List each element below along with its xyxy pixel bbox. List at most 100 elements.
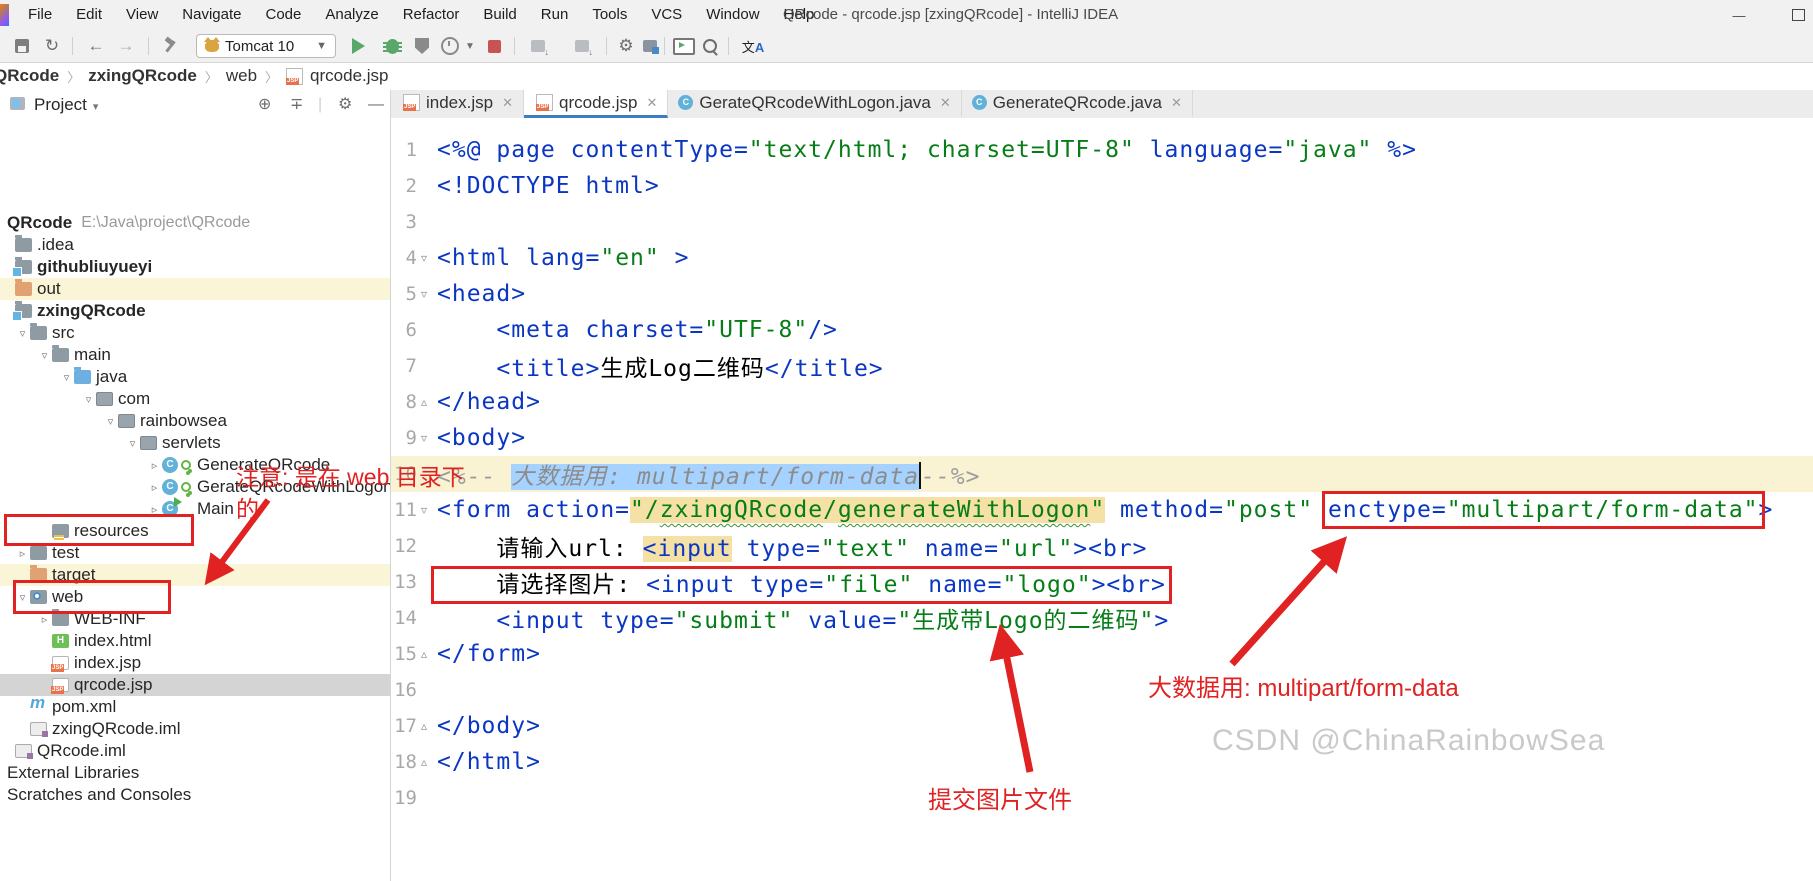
chevron-expanded-icon[interactable]: ▿ — [37, 349, 52, 362]
fold-marker-icon[interactable]: ▿ — [417, 287, 431, 301]
breadcrumb-item[interactable]: qrcode.jsp — [310, 66, 388, 86]
tree-item-Scratches and Consoles[interactable]: Scratches and Consoles — [0, 784, 390, 806]
run-button[interactable] — [346, 35, 370, 57]
code-line-11[interactable]: 11 ▿ <form action="/zxingQRcode/generateWi… — [391, 491, 1813, 529]
save-button[interactable] — [10, 35, 34, 57]
fold-marker-icon[interactable]: ▵ — [417, 647, 431, 661]
code-line-3[interactable]: 3 — [391, 204, 1813, 240]
tree-item-com[interactable]: ▿ com — [0, 388, 390, 410]
tree-item-Main[interactable]: ▹ Main — [0, 497, 390, 520]
forward-button[interactable]: → — [114, 35, 138, 57]
tree-item-index.html[interactable]: index.html — [0, 630, 390, 652]
attach-debugger-button[interactable] — [526, 35, 550, 57]
fold-marker-icon[interactable]: ▿ — [417, 431, 431, 445]
run-window-button[interactable] — [672, 35, 696, 57]
code-line-2[interactable]: 2 <!DOCTYPE html> — [391, 168, 1813, 204]
chevron-expanded-icon[interactable]: ▿ — [59, 371, 74, 384]
fold-marker-icon[interactable]: ▵ — [417, 755, 431, 769]
code-line-10[interactable]: 10 <%-- 大数据用: multipart/form-data--%> — [391, 456, 1813, 492]
tree-item-main[interactable]: ▿ main — [0, 344, 390, 366]
menu-refactor[interactable]: Refactor — [391, 0, 472, 30]
menu-build[interactable]: Build — [471, 0, 528, 30]
code-line-9[interactable]: 9 ▿ <body> — [391, 420, 1813, 456]
tree-item-.idea[interactable]: .idea — [0, 234, 390, 256]
sync-button[interactable]: ↻ — [40, 35, 64, 57]
code-line-8[interactable]: 8 ▵ </head> — [391, 384, 1813, 420]
locate-file-icon[interactable]: ⊕ — [258, 90, 271, 120]
code-editor[interactable]: 1 <%@ page contentType="text/html; charse… — [391, 118, 1813, 881]
back-button[interactable]: ← — [84, 35, 108, 57]
run-configuration-select[interactable]: Tomcat 10 ▼ — [196, 34, 336, 58]
menu-window[interactable]: Window — [694, 0, 771, 30]
fold-marker-icon[interactable]: ▵ — [417, 719, 431, 733]
tree-item-External Libraries[interactable]: External Libraries — [0, 762, 390, 784]
hide-panel-icon[interactable]: — — [368, 90, 384, 120]
menu-file[interactable]: File — [16, 0, 64, 30]
tree-item-target[interactable]: target — [0, 564, 390, 586]
tab-qrcode.jsp[interactable]: qrcode.jsp ✕ — [524, 90, 669, 118]
tab-index.jsp[interactable]: index.jsp ✕ — [391, 90, 525, 118]
menu-navigate[interactable]: Navigate — [170, 0, 253, 30]
collapse-all-icon[interactable]: ∓ — [290, 90, 303, 120]
tree-item-test[interactable]: ▹ test — [0, 542, 390, 564]
tab-GenerateQRcode.java[interactable]: C GenerateQRcode.java ✕ — [962, 90, 1193, 118]
menu-code[interactable]: Code — [253, 0, 313, 30]
project-structure-button[interactable] — [638, 35, 662, 57]
code-line-12[interactable]: 12 请输入url: <input type="text" name="url"… — [391, 528, 1813, 564]
tab-close-icon[interactable]: ✕ — [502, 95, 513, 111]
code-line-5[interactable]: 5 ▿ <head> — [391, 276, 1813, 312]
menu-edit[interactable]: Edit — [64, 0, 114, 30]
code-line-4[interactable]: 4 ▿ <html lang="en" > — [391, 240, 1813, 276]
fold-marker-icon[interactable]: ▿ — [417, 251, 431, 265]
chevron-collapsed-icon[interactable]: ▹ — [37, 613, 52, 626]
chevron-collapsed-icon[interactable]: ▹ — [147, 481, 162, 494]
gear-icon[interactable]: ⚙ — [338, 90, 352, 120]
tab-GerateQRcodeWithLogon.java[interactable]: C GerateQRcodeWithLogon.java ✕ — [668, 90, 962, 118]
maximize-button[interactable] — [1768, 0, 1813, 30]
breadcrumb-item[interactable]: QRcode — [0, 66, 59, 86]
coverage-button[interactable] — [410, 35, 434, 57]
chevron-expanded-icon[interactable]: ▿ — [15, 591, 30, 604]
tree-item-servlets[interactable]: ▿ servlets — [0, 432, 390, 454]
tree-item-QRcode.iml[interactable]: QRcode.iml — [0, 740, 390, 762]
tree-item-githubliuyueyi[interactable]: githubliuyueyi — [0, 256, 390, 278]
translate-button[interactable]: 文A — [736, 35, 770, 57]
chevron-expanded-icon[interactable]: ▿ — [103, 415, 118, 428]
tree-item-pom.xml[interactable]: pom.xml — [0, 694, 390, 718]
chevron-collapsed-icon[interactable]: ▹ — [147, 503, 162, 516]
breadcrumb-item[interactable]: web — [226, 66, 257, 86]
project-panel-title[interactable]: Project — [34, 90, 98, 122]
tree-item-resources[interactable]: resources — [0, 520, 390, 542]
tree-item-zxingQRcode[interactable]: zxingQRcode — [0, 300, 390, 322]
tree-item-WEB-INF[interactable]: ▹ WEB-INF — [0, 608, 390, 630]
stop-button[interactable] — [482, 35, 506, 57]
code-line-13[interactable]: 13 请选择图片: <input type="file" name="logo"… — [391, 564, 1813, 604]
menu-analyze[interactable]: Analyze — [313, 0, 390, 30]
minimize-button[interactable]: — — [1716, 0, 1762, 30]
tab-close-icon[interactable]: ✕ — [646, 95, 657, 111]
code-line-19[interactable]: 19 — [391, 780, 1813, 816]
code-line-15[interactable]: 15 ▵ </form> — [391, 636, 1813, 672]
tree-item-qrcode.jsp[interactable]: qrcode.jsp — [0, 674, 390, 696]
debug-button[interactable] — [380, 35, 404, 57]
code-line-7[interactable]: 7 <title>生成Log二维码</title> — [391, 348, 1813, 384]
tree-item-java[interactable]: ▿ java — [0, 366, 390, 388]
code-line-14[interactable]: 14 <input type="submit" value="生成带Logo的二… — [391, 600, 1813, 636]
tree-item-zxingQRcode.iml[interactable]: zxingQRcode.iml — [0, 718, 390, 740]
search-everywhere-button[interactable] — [698, 35, 722, 57]
code-line-6[interactable]: 6 <meta charset="UTF-8"/> — [391, 312, 1813, 348]
tree-item-src[interactable]: ▿ src — [0, 322, 390, 344]
fold-marker-icon[interactable]: ▿ — [417, 503, 431, 517]
tree-item-web[interactable]: ▿ web — [0, 586, 390, 608]
fold-marker-icon[interactable]: ▵ — [417, 395, 431, 409]
code-line-1[interactable]: 1 <%@ page contentType="text/html; charse… — [391, 132, 1813, 168]
download-sources-button[interactable] — [570, 35, 594, 57]
menu-view[interactable]: View — [114, 0, 170, 30]
menu-run[interactable]: Run — [529, 0, 581, 30]
profiler-dropdown[interactable]: ▼ — [458, 35, 482, 57]
tab-close-icon[interactable]: ✕ — [1171, 95, 1182, 111]
menu-tools[interactable]: Tools — [580, 0, 639, 30]
tab-close-icon[interactable]: ✕ — [940, 95, 951, 111]
chevron-expanded-icon[interactable]: ▿ — [81, 393, 96, 406]
chevron-expanded-icon[interactable]: ▿ — [15, 327, 30, 340]
